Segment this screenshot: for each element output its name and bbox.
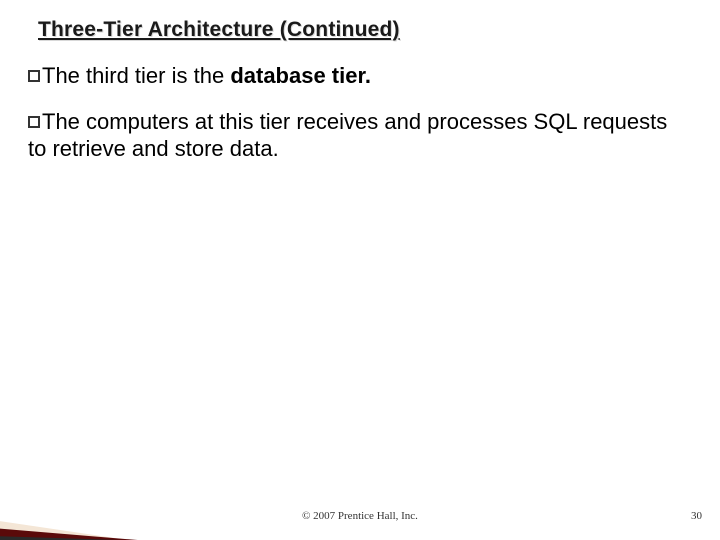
bullet-marker-icon xyxy=(28,116,40,128)
bullet-text-strong: database tier. xyxy=(230,63,371,88)
bullet-item: The computers at this tier receives and … xyxy=(28,108,680,163)
slide: Three-Tier Architecture (Continued) The … xyxy=(0,0,720,540)
footer-copyright: © 2007 Prentice Hall, Inc. xyxy=(0,510,720,522)
slide-title: Three-Tier Architecture (Continued) xyxy=(38,18,400,42)
bullet-item: The third tier is the database tier. xyxy=(28,62,680,90)
page-number: 30 xyxy=(691,510,702,522)
bullet-marker-icon xyxy=(28,70,40,82)
bullet-text-pre: The third tier is the xyxy=(42,63,230,88)
bullet-text: The computers at this tier receives and … xyxy=(28,109,667,162)
slide-body: The third tier is the database tier. The… xyxy=(28,62,680,181)
